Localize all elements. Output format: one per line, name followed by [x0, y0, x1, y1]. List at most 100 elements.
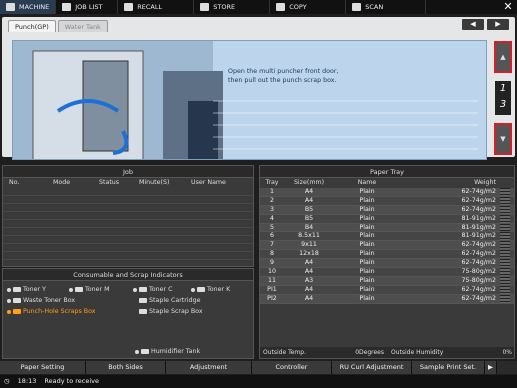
adjustment-button[interactable]: Adjustment — [166, 361, 252, 374]
tray-level-indicator — [500, 276, 510, 285]
table-row[interactable]: 3 B5 Plain 62-74g/m2 — [260, 205, 514, 215]
paper-tray-panel: Paper Tray Tray Size(mm) Name Weight 1 A4… — [259, 165, 515, 359]
table-row[interactable]: 9 A4 Plain 62-74g/m2 — [260, 259, 514, 269]
job-title: Job — [3, 166, 253, 178]
table-cell: 1 — [269, 188, 274, 195]
close-icon[interactable]: ✕ — [499, 0, 517, 14]
more-button[interactable]: ▶ — [485, 361, 497, 374]
environment-footer: Outside Temp. 0Degrees Outside Humidity … — [260, 347, 514, 358]
next-button[interactable]: ▶ — [487, 19, 509, 30]
table-cell: 81-91g/m2 — [461, 214, 496, 222]
tray-level-indicator — [500, 196, 510, 205]
table-row[interactable]: 4 B5 Plain 81-91g/m2 — [260, 214, 514, 224]
table-cell: 75-80g/m2 — [461, 268, 496, 276]
list-item[interactable] — [3, 188, 253, 196]
list-item[interactable] — [3, 244, 253, 252]
list-item[interactable] — [3, 220, 253, 228]
toner-icon — [75, 287, 83, 292]
list-item[interactable] — [3, 204, 253, 212]
list-item[interactable] — [3, 236, 253, 244]
table-cell: B5 — [304, 205, 314, 213]
both-sides-button[interactable]: Both Sides — [86, 361, 166, 374]
table-cell: Plain — [359, 223, 375, 231]
table-cell: 8 — [269, 250, 274, 258]
controller-button[interactable]: Controller — [252, 361, 332, 374]
table-cell: Plain — [359, 214, 375, 222]
bottom-toolbar: Paper Setting Both Sides Adjustment Cont… — [0, 361, 517, 374]
table-cell: 62-74g/m2 — [461, 294, 496, 302]
tray-level-indicator — [500, 268, 510, 276]
table-cell: 62-74g/m2 — [461, 250, 496, 258]
tab-water-tank[interactable]: Water Tank — [57, 20, 108, 32]
table-cell: Plain — [359, 205, 375, 213]
tray-level-indicator — [500, 205, 510, 214]
tab-machine[interactable]: MACHINE — [0, 0, 57, 14]
warning-icon — [7, 309, 11, 314]
scroll-down-button[interactable]: ▼ — [494, 123, 512, 155]
joblist-icon — [62, 3, 72, 11]
tab-scan[interactable]: SCAN — [346, 0, 427, 14]
table-row[interactable]: 2 A4 Plain 62-74g/m2 — [260, 196, 514, 206]
table-row[interactable]: 8 12x18 Plain 62-74g/m2 — [260, 250, 514, 260]
table-row[interactable]: 7 9x11 Plain 62-74g/m2 — [260, 241, 514, 251]
table-cell: B5 — [304, 214, 314, 222]
table-cell: 81-91g/m2 — [461, 232, 496, 240]
list-item[interactable] — [3, 212, 253, 220]
instruction-text: Open the multi puncher front door, then … — [228, 68, 339, 84]
table-cell: 62-74g/m2 — [461, 241, 496, 249]
tab-job-list[interactable]: JOB LIST — [56, 0, 119, 14]
table-cell: 6 — [269, 232, 274, 240]
table-cell: 62-74g/m2 — [461, 259, 496, 267]
indicator-icon — [69, 287, 73, 292]
col-minutes: Minute(S) — [139, 179, 170, 186]
ru-curl-adjustment-button[interactable]: RU Curl Adjustment — [332, 361, 412, 374]
table-row[interactable]: PI1 A4 Plain 62-74g/m2 — [260, 285, 514, 295]
col-user: User Name — [191, 179, 226, 186]
table-cell: Plain — [359, 232, 375, 240]
scan-icon — [352, 3, 362, 11]
humidifier-icon — [141, 349, 149, 354]
puncher-illustration — [13, 41, 478, 159]
tray-level-indicator — [500, 214, 510, 223]
table-cell: 62-74g/m2 — [461, 205, 496, 213]
status-text: Ready to receive — [44, 377, 99, 385]
machine-icon — [6, 3, 15, 11]
top-navigation: MACHINE JOB LIST RECALL STORE COPY SCAN … — [0, 0, 517, 14]
list-item[interactable] — [3, 196, 253, 204]
indicator-icon — [135, 349, 139, 354]
status-bar: ◷ 18:13 Ready to receive — [0, 375, 517, 388]
consumables-title: Consumable and Scrap Indicators — [3, 269, 253, 281]
prev-button[interactable]: ◀ — [462, 19, 484, 30]
table-row[interactable]: 1 A4 Plain 62-74g/m2 — [260, 188, 514, 197]
tray-level-indicator — [500, 285, 510, 294]
table-cell: 8.5x11 — [298, 232, 320, 240]
indicator-icon — [133, 287, 137, 292]
indicator-icon — [7, 298, 11, 303]
tab-store[interactable]: STORE — [194, 0, 271, 14]
table-cell: 2 — [269, 196, 274, 204]
table-cell: A4 — [304, 188, 314, 195]
waste-toner-icon — [13, 298, 21, 303]
tab-punch[interactable]: Punch(GP) — [8, 20, 56, 32]
toner-icon — [13, 287, 21, 292]
page-indicator: 13 — [495, 81, 511, 115]
list-item[interactable] — [3, 228, 253, 236]
table-row[interactable]: 11 A3 Plain 75-80g/m2 — [260, 276, 514, 286]
table-cell: Plain — [359, 250, 375, 258]
indicator-icon — [7, 287, 11, 292]
list-item[interactable] — [3, 252, 253, 260]
sample-print-set-button[interactable]: Sample Print Set. — [412, 361, 485, 374]
page-navigation: ▲ 13 ▼ — [493, 41, 513, 155]
table-row[interactable]: 10 A4 Plain 75-80g/m2 — [260, 268, 514, 277]
table-row[interactable]: 6 8.5x11 Plain 81-91g/m2 — [260, 232, 514, 242]
tab-recall[interactable]: RECALL — [118, 0, 195, 14]
table-cell: 4 — [269, 214, 274, 222]
toner-icon — [139, 287, 147, 292]
table-row[interactable]: 5 B4 Plain 81-91g/m2 — [260, 223, 514, 233]
table-row[interactable]: PI2 A4 Plain 62-74g/m2 — [260, 294, 514, 304]
paper-setting-button[interactable]: Paper Setting — [0, 361, 86, 374]
table-cell: A4 — [304, 285, 314, 293]
scroll-up-button[interactable]: ▲ — [494, 41, 512, 73]
tab-copy[interactable]: COPY — [270, 0, 347, 14]
status-time: 18:13 — [17, 377, 37, 385]
